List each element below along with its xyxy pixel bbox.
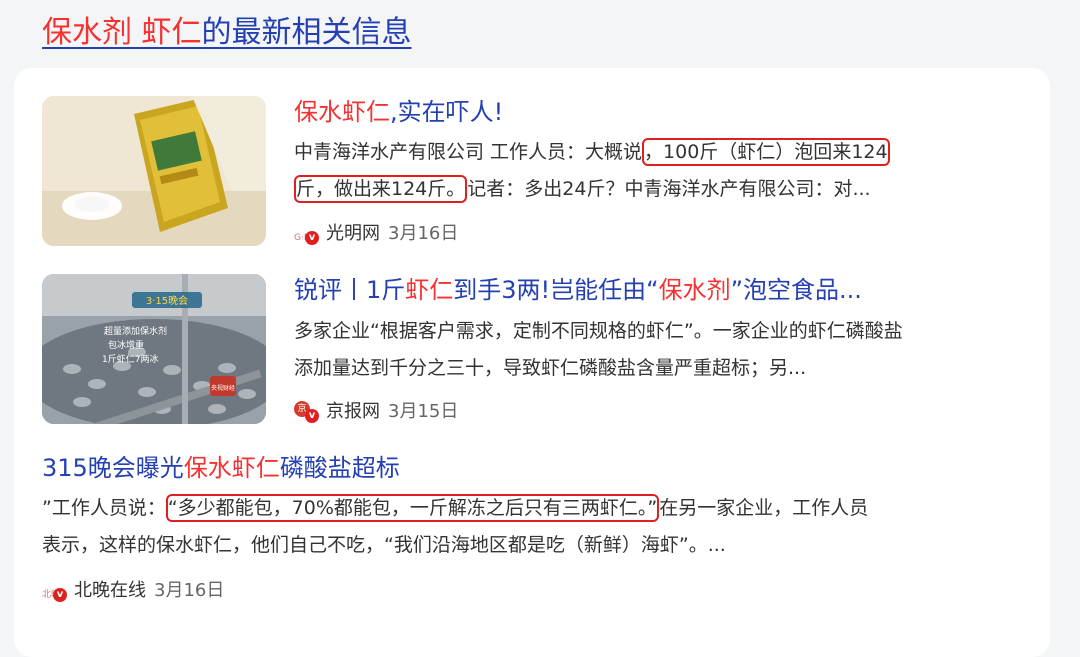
- thumb-text: 3·15晚会: [146, 294, 188, 307]
- snippet-text: 记者：多出24斤？中青海洋水产有限公司：对...: [467, 178, 871, 200]
- result-headline-2[interactable]: 锐评丨1斤虾仁到手3两!岂能任由“保水剂”泡空食品...: [294, 274, 862, 306]
- annotation-highlight-box: 斤，做出来124斤。: [294, 175, 468, 203]
- result-snippet-3: ”工作人员说： “多少都能包，70%都能包，一斤解冻之后只有三两虾仁。” 在另一家企…: [42, 490, 868, 564]
- snippet-text: 中青海洋水产有限公司 工作人员：大概说: [294, 141, 643, 163]
- headline-text: 磷酸盐超标: [279, 454, 400, 482]
- headline-text: ”泡空食品...: [730, 276, 862, 304]
- section-title[interactable]: 保水剂 虾仁的最新相关信息: [42, 12, 412, 54]
- publish-date: 3月15日: [388, 401, 459, 422]
- section-title-rest: 的最新相关信息: [201, 15, 412, 50]
- headline-text: 315晚会曝光: [42, 454, 184, 482]
- thumb-text: 包冰增重: [108, 339, 144, 351]
- snippet-text: ”工作人员说：: [42, 497, 166, 519]
- annotation-highlight-box: “多少都能包，70%都能包，一斤解冻之后只有三两虾仁。”: [165, 494, 660, 522]
- snippet-text: 表示，这样的保水虾仁，他们自己不吃，“我们沿海地区都是吃（新鲜）海虾”。...: [42, 534, 726, 556]
- headline-highlight: 保水虾仁: [294, 98, 390, 126]
- thumb-text: 超量添加保水剂: [104, 325, 167, 337]
- jingbao-logo-icon: 京v: [294, 401, 322, 423]
- snippet-text: 添加量达到千分之三十，导致虾仁磷酸盐含量严重超标；另...: [294, 357, 807, 379]
- headline-text: ,实在吓人!: [390, 98, 504, 126]
- result-headline-1[interactable]: 保水虾仁,实在吓人!: [294, 96, 503, 128]
- annotation-highlight-box: ，100斤（虾仁）泡回来124: [642, 138, 890, 166]
- headline-text: 锐评丨1斤: [294, 276, 406, 304]
- result-source-2[interactable]: 京 v 京报网 3月15日: [294, 399, 458, 425]
- guangming-logo-icon: G·M v: [294, 223, 322, 245]
- snippet-text: 在另一家企业，工作人员: [659, 497, 869, 519]
- result-source-3[interactable]: 北晚 v 北晚在线 3月16日: [42, 578, 224, 604]
- source-name: 光明网: [326, 223, 380, 244]
- shrimp-powder-bag-image: [42, 96, 266, 246]
- result-snippet-1: 中青海洋水产有限公司 工作人员：大概说 ，100斤（虾仁）泡回来124 斤，做出来…: [294, 134, 890, 208]
- headline-text: 到手3两!岂能任由“: [453, 276, 659, 304]
- headline-highlight: 虾仁: [405, 276, 454, 304]
- result-headline-3[interactable]: 315晚会曝光保水虾仁磷酸盐超标: [42, 452, 400, 484]
- result-source-1[interactable]: G·M v 光明网 3月16日: [294, 221, 458, 247]
- result-thumbnail-2[interactable]: 3·15晚会 超量添加保水剂 包冰增重 1斤虾仁7两冰 央视财经: [42, 274, 266, 424]
- publish-date: 3月16日: [388, 223, 459, 244]
- results-card: 保水虾仁,实在吓人! 中青海洋水产有限公司 工作人员：大概说 ，100斤（虾仁）泡…: [14, 68, 1050, 657]
- result-snippet-2: 多家企业“根据客户需求，定制不同规格的虾仁”。一家企业的虾仁磷酸盐 添加量达到千…: [294, 313, 903, 387]
- snippet-text: 多家企业“根据客户需求，定制不同规格的虾仁”。一家企业的虾仁磷酸盐: [294, 320, 903, 342]
- beiwan-logo-icon: 北晚 v: [42, 580, 70, 602]
- shrimp-factory-image: 3·15晚会 超量添加保水剂 包冰增重 1斤虾仁7两冰 央视财经: [42, 274, 266, 424]
- publish-date: 3月16日: [154, 580, 225, 601]
- source-name: 京报网: [326, 401, 380, 422]
- thumb-text: 1斤虾仁7两冰: [102, 353, 158, 365]
- section-title-highlight: 保水剂 虾仁: [42, 15, 202, 50]
- result-thumbnail-1[interactable]: [42, 96, 266, 246]
- headline-highlight: 保水虾仁: [183, 454, 280, 482]
- source-name: 北晚在线: [74, 580, 146, 601]
- headline-highlight: 保水剂: [658, 276, 731, 304]
- thumb-text: 央视财经: [211, 384, 235, 392]
